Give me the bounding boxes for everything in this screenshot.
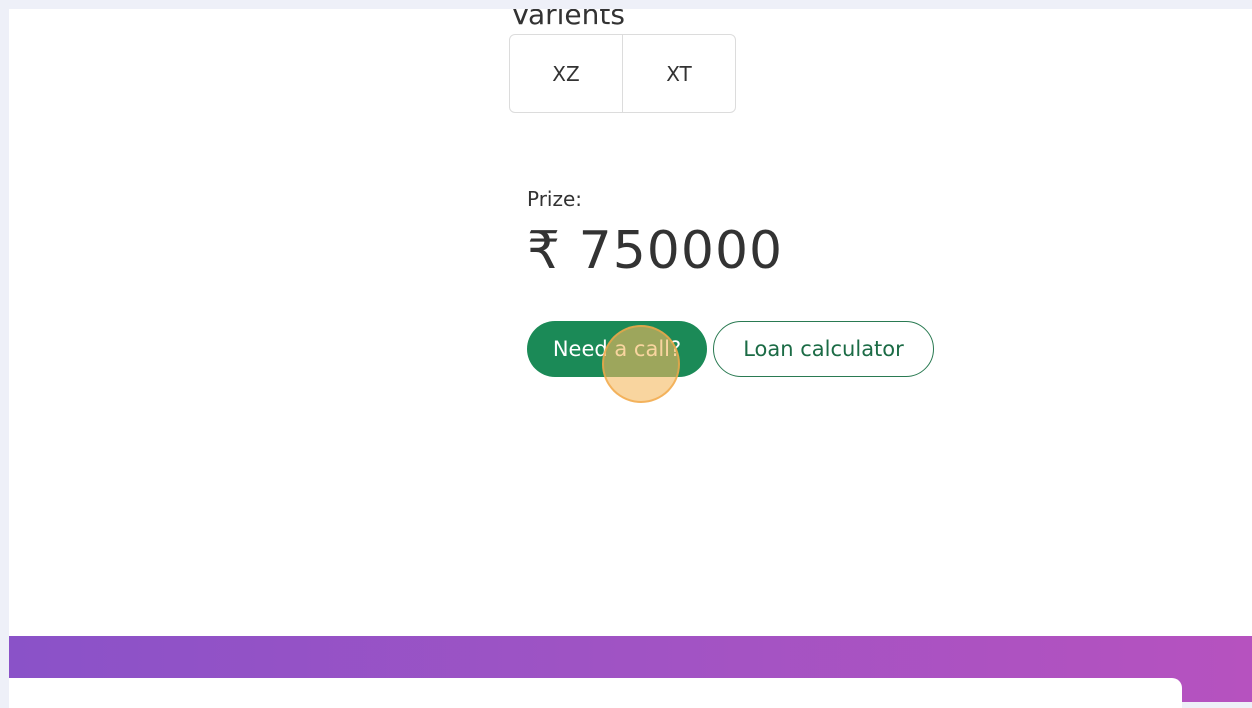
variant-option-xz[interactable]: XZ: [510, 35, 622, 112]
variant-option-xt[interactable]: XT: [622, 35, 735, 112]
variants-heading: Varients: [511, 9, 625, 31]
need-a-call-button[interactable]: Need a call?: [527, 321, 707, 377]
variant-selector: XZ XT: [509, 34, 736, 113]
price-label: Prize:: [527, 187, 583, 211]
bottom-card: [9, 678, 1182, 708]
loan-calculator-button[interactable]: Loan calculator: [713, 321, 934, 377]
product-page: Varients XZ XT Prize: ₹ 750000 Need a ca…: [9, 9, 1252, 702]
price-value: ₹ 750000: [527, 221, 784, 281]
